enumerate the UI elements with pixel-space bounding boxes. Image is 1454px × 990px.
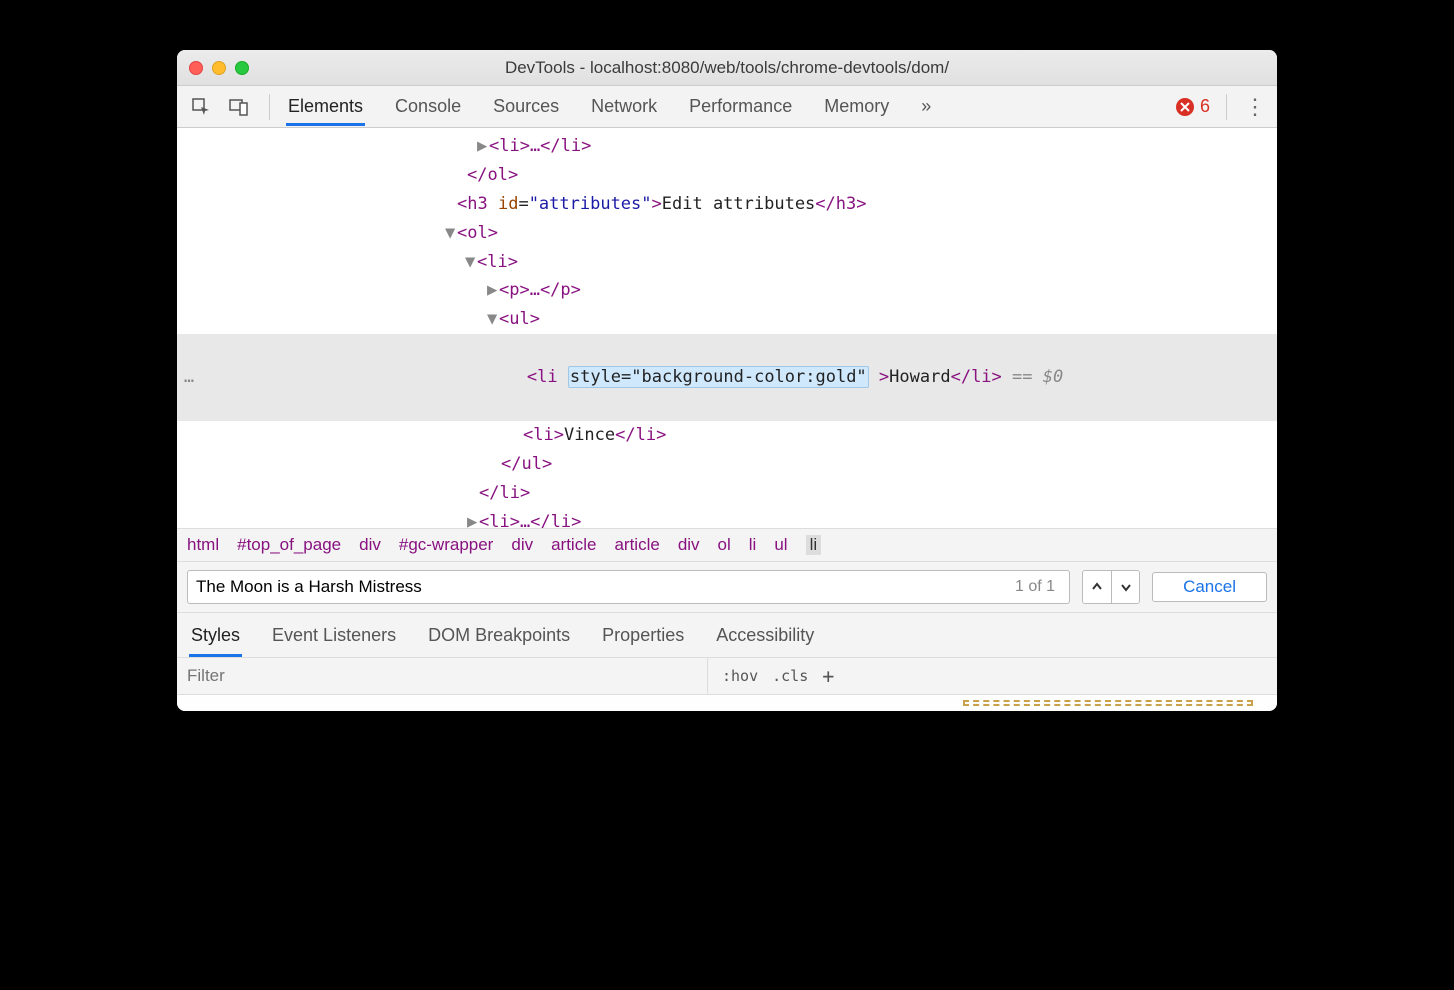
window-title: DevTools - localhost:8080/web/tools/chro… [189, 58, 1265, 78]
crumb-gc-wrapper[interactable]: #gc-wrapper [399, 535, 494, 555]
dom-node[interactable]: </li> [177, 479, 1277, 508]
search-nav [1082, 570, 1140, 604]
main-tabs: Elements Console Sources Network Perform… [286, 88, 1166, 126]
subtab-event-listeners[interactable]: Event Listeners [270, 621, 398, 657]
dom-node[interactable]: <h3 id="attributes">Edit attributes</h3> [177, 190, 1277, 219]
expand-arrow-icon[interactable]: ▼ [465, 248, 477, 277]
subtab-accessibility[interactable]: Accessibility [714, 621, 816, 657]
minimize-window-button[interactable] [212, 61, 226, 75]
search-box: 1 of 1 [187, 570, 1070, 604]
main-toolbar: Elements Console Sources Network Perform… [177, 86, 1277, 128]
error-badge[interactable]: 6 [1176, 96, 1210, 117]
error-count: 6 [1200, 96, 1210, 117]
crumb-article[interactable]: article [551, 535, 596, 555]
search-prev-button[interactable] [1083, 571, 1111, 603]
search-next-button[interactable] [1111, 571, 1139, 603]
expand-arrow-icon[interactable]: ▼ [487, 305, 499, 334]
expand-arrow-icon[interactable]: ▼ [445, 219, 457, 248]
tab-console[interactable]: Console [393, 88, 463, 126]
titlebar: DevTools - localhost:8080/web/tools/chro… [177, 50, 1277, 86]
search-bar: 1 of 1 Cancel [177, 562, 1277, 613]
settings-menu-icon[interactable]: ⋮ [1243, 94, 1267, 120]
dom-breadcrumb: html #top_of_page div #gc-wrapper div ar… [177, 528, 1277, 562]
subtab-dom-breakpoints[interactable]: DOM Breakpoints [426, 621, 572, 657]
subtab-properties[interactable]: Properties [600, 621, 686, 657]
inspect-element-icon[interactable] [187, 93, 215, 121]
tab-elements[interactable]: Elements [286, 88, 365, 126]
expand-arrow-icon[interactable]: ▶ [487, 276, 499, 305]
search-input[interactable] [196, 577, 1009, 597]
crumb-article[interactable]: article [614, 535, 659, 555]
error-icon [1176, 98, 1194, 116]
ellipsis-icon[interactable]: … [177, 363, 197, 392]
close-window-button[interactable] [189, 61, 203, 75]
dom-node[interactable]: ▼<ol> [177, 219, 1277, 248]
crumb-div[interactable]: div [678, 535, 700, 555]
tab-sources[interactable]: Sources [491, 88, 561, 126]
traffic-lights [189, 61, 249, 75]
toolbar-divider [1226, 94, 1227, 120]
dom-tree[interactable]: ▶<li>…</li> </ol> <h3 id="attributes">Ed… [177, 128, 1277, 528]
box-model-preview [963, 700, 1253, 706]
dom-node[interactable]: </ol> [177, 161, 1277, 190]
dom-node[interactable]: ▼<ul> [177, 305, 1277, 334]
styles-filter-input[interactable] [177, 658, 707, 694]
expand-arrow-icon[interactable]: ▶ [467, 508, 479, 528]
new-style-rule-button[interactable]: + [822, 664, 834, 688]
dom-node-selected[interactable]: … <li style="background-color:gold" >How… [177, 334, 1277, 421]
dom-node[interactable]: ▶<li>…</li> [177, 132, 1277, 161]
expand-arrow-icon[interactable]: ▶ [477, 132, 489, 161]
hov-toggle[interactable]: :hov [722, 667, 758, 685]
zoom-window-button[interactable] [235, 61, 249, 75]
crumb-ol[interactable]: ol [718, 535, 731, 555]
dom-node[interactable]: ▶<p>…</p> [177, 276, 1277, 305]
styles-panel-body [177, 695, 1277, 711]
search-match-count: 1 of 1 [1009, 578, 1061, 596]
toolbar-divider [269, 94, 270, 120]
styles-toolbar: :hov .cls + [177, 658, 1277, 695]
dom-node[interactable]: <li>Vince</li> [177, 421, 1277, 450]
dom-node[interactable]: </ul> [177, 450, 1277, 479]
attribute-edit-selection[interactable]: style="background-color:gold" [568, 366, 869, 388]
crumb-div[interactable]: div [359, 535, 381, 555]
crumb-html[interactable]: html [187, 535, 219, 555]
crumb-li-selected[interactable]: li [806, 535, 822, 555]
device-toolbar-icon[interactable] [225, 93, 253, 121]
tab-network[interactable]: Network [589, 88, 659, 126]
tab-memory[interactable]: Memory [822, 88, 891, 126]
styles-subtabs: Styles Event Listeners DOM Breakpoints P… [177, 613, 1277, 658]
crumb-ul[interactable]: ul [774, 535, 787, 555]
dom-node[interactable]: ▶<li>…</li> [177, 508, 1277, 528]
tabs-overflow[interactable]: » [919, 88, 933, 126]
tab-performance[interactable]: Performance [687, 88, 794, 126]
cancel-button[interactable]: Cancel [1152, 572, 1267, 602]
devtools-window: DevTools - localhost:8080/web/tools/chro… [177, 50, 1277, 711]
dom-node[interactable]: ▼<li> [177, 248, 1277, 277]
cls-toggle[interactable]: .cls [772, 667, 808, 685]
crumb-top-of-page[interactable]: #top_of_page [237, 535, 341, 555]
crumb-li[interactable]: li [749, 535, 757, 555]
subtab-styles[interactable]: Styles [189, 621, 242, 657]
crumb-div[interactable]: div [511, 535, 533, 555]
console-reference: == $0 [1002, 367, 1063, 387]
